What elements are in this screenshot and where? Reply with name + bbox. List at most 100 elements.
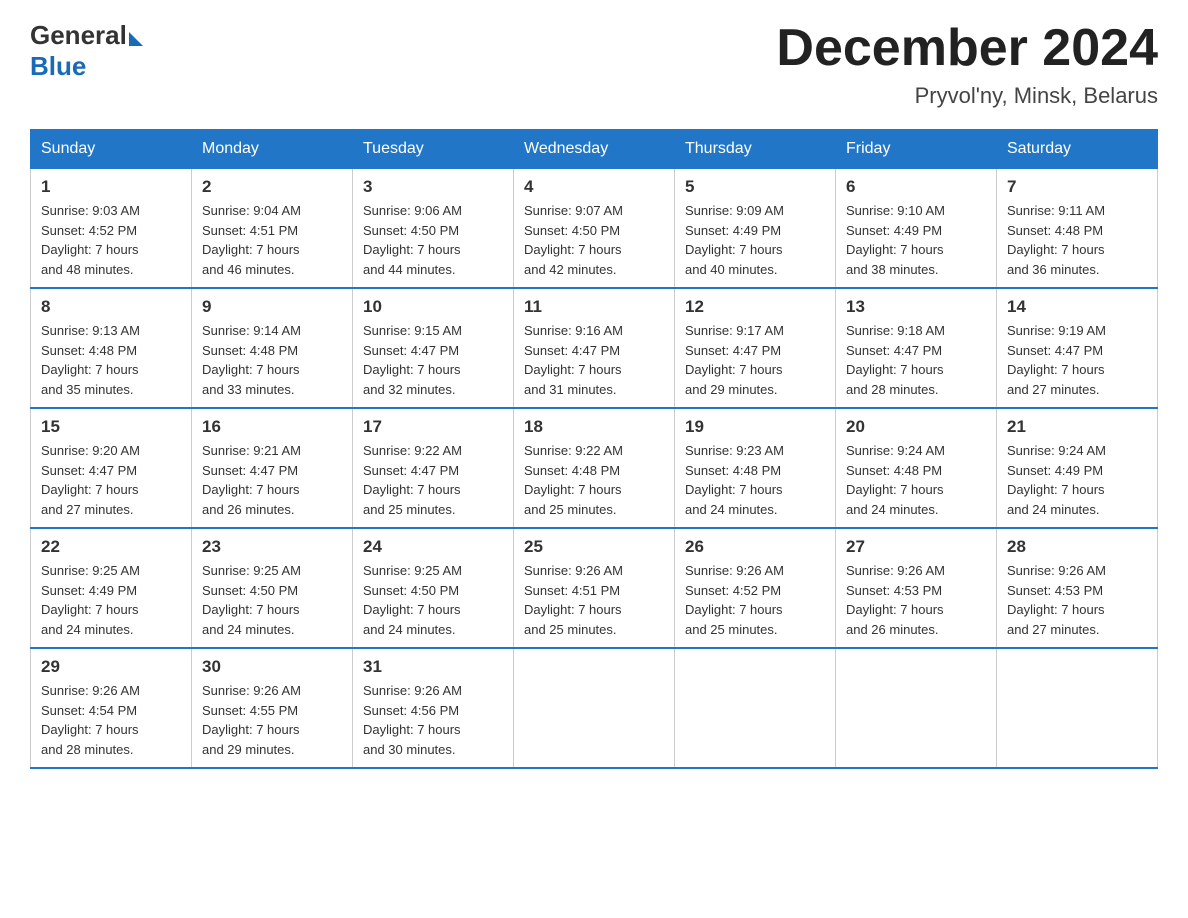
table-row <box>997 648 1158 768</box>
day-info: Sunrise: 9:24 AM Sunset: 4:49 PM Dayligh… <box>1007 441 1147 519</box>
table-row: 7 Sunrise: 9:11 AM Sunset: 4:48 PM Dayli… <box>997 169 1158 289</box>
table-row: 20 Sunrise: 9:24 AM Sunset: 4:48 PM Dayl… <box>836 408 997 528</box>
calendar-week-2: 8 Sunrise: 9:13 AM Sunset: 4:48 PM Dayli… <box>31 288 1158 408</box>
table-row: 29 Sunrise: 9:26 AM Sunset: 4:54 PM Dayl… <box>31 648 192 768</box>
day-number: 14 <box>1007 297 1147 317</box>
day-number: 12 <box>685 297 825 317</box>
day-info: Sunrise: 9:15 AM Sunset: 4:47 PM Dayligh… <box>363 321 503 399</box>
day-info: Sunrise: 9:19 AM Sunset: 4:47 PM Dayligh… <box>1007 321 1147 399</box>
day-number: 1 <box>41 177 181 197</box>
day-number: 8 <box>41 297 181 317</box>
day-info: Sunrise: 9:26 AM Sunset: 4:53 PM Dayligh… <box>1007 561 1147 639</box>
day-info: Sunrise: 9:25 AM Sunset: 4:50 PM Dayligh… <box>202 561 342 639</box>
table-row: 5 Sunrise: 9:09 AM Sunset: 4:49 PM Dayli… <box>675 169 836 289</box>
day-info: Sunrise: 9:25 AM Sunset: 4:50 PM Dayligh… <box>363 561 503 639</box>
day-info: Sunrise: 9:26 AM Sunset: 4:51 PM Dayligh… <box>524 561 664 639</box>
header-monday: Monday <box>192 130 353 169</box>
calendar-week-4: 22 Sunrise: 9:25 AM Sunset: 4:49 PM Dayl… <box>31 528 1158 648</box>
table-row: 19 Sunrise: 9:23 AM Sunset: 4:48 PM Dayl… <box>675 408 836 528</box>
logo-triangle-icon <box>129 32 143 46</box>
header-tuesday: Tuesday <box>353 130 514 169</box>
table-row <box>836 648 997 768</box>
table-row: 15 Sunrise: 9:20 AM Sunset: 4:47 PM Dayl… <box>31 408 192 528</box>
day-number: 2 <box>202 177 342 197</box>
day-number: 10 <box>363 297 503 317</box>
table-row: 10 Sunrise: 9:15 AM Sunset: 4:47 PM Dayl… <box>353 288 514 408</box>
header-thursday: Thursday <box>675 130 836 169</box>
day-info: Sunrise: 9:03 AM Sunset: 4:52 PM Dayligh… <box>41 201 181 279</box>
table-row <box>675 648 836 768</box>
calendar-week-5: 29 Sunrise: 9:26 AM Sunset: 4:54 PM Dayl… <box>31 648 1158 768</box>
header-sunday: Sunday <box>31 130 192 169</box>
table-row: 18 Sunrise: 9:22 AM Sunset: 4:48 PM Dayl… <box>514 408 675 528</box>
table-row: 28 Sunrise: 9:26 AM Sunset: 4:53 PM Dayl… <box>997 528 1158 648</box>
day-number: 3 <box>363 177 503 197</box>
day-number: 29 <box>41 657 181 677</box>
day-info: Sunrise: 9:22 AM Sunset: 4:47 PM Dayligh… <box>363 441 503 519</box>
table-row: 21 Sunrise: 9:24 AM Sunset: 4:49 PM Dayl… <box>997 408 1158 528</box>
day-info: Sunrise: 9:13 AM Sunset: 4:48 PM Dayligh… <box>41 321 181 399</box>
title-section: December 2024 Pryvol'ny, Minsk, Belarus <box>776 20 1158 109</box>
day-info: Sunrise: 9:26 AM Sunset: 4:54 PM Dayligh… <box>41 681 181 759</box>
day-number: 6 <box>846 177 986 197</box>
calendar-table: Sunday Monday Tuesday Wednesday Thursday… <box>30 129 1158 769</box>
table-row: 22 Sunrise: 9:25 AM Sunset: 4:49 PM Dayl… <box>31 528 192 648</box>
day-info: Sunrise: 9:04 AM Sunset: 4:51 PM Dayligh… <box>202 201 342 279</box>
table-row: 17 Sunrise: 9:22 AM Sunset: 4:47 PM Dayl… <box>353 408 514 528</box>
table-row: 25 Sunrise: 9:26 AM Sunset: 4:51 PM Dayl… <box>514 528 675 648</box>
day-info: Sunrise: 9:16 AM Sunset: 4:47 PM Dayligh… <box>524 321 664 399</box>
calendar-week-1: 1 Sunrise: 9:03 AM Sunset: 4:52 PM Dayli… <box>31 169 1158 289</box>
day-info: Sunrise: 9:25 AM Sunset: 4:49 PM Dayligh… <box>41 561 181 639</box>
table-row: 4 Sunrise: 9:07 AM Sunset: 4:50 PM Dayli… <box>514 169 675 289</box>
header-wednesday: Wednesday <box>514 130 675 169</box>
table-row: 2 Sunrise: 9:04 AM Sunset: 4:51 PM Dayli… <box>192 169 353 289</box>
table-row: 3 Sunrise: 9:06 AM Sunset: 4:50 PM Dayli… <box>353 169 514 289</box>
day-number: 30 <box>202 657 342 677</box>
day-number: 21 <box>1007 417 1147 437</box>
day-number: 18 <box>524 417 664 437</box>
day-info: Sunrise: 9:26 AM Sunset: 4:52 PM Dayligh… <box>685 561 825 639</box>
day-info: Sunrise: 9:23 AM Sunset: 4:48 PM Dayligh… <box>685 441 825 519</box>
table-row: 27 Sunrise: 9:26 AM Sunset: 4:53 PM Dayl… <box>836 528 997 648</box>
table-row: 1 Sunrise: 9:03 AM Sunset: 4:52 PM Dayli… <box>31 169 192 289</box>
day-number: 19 <box>685 417 825 437</box>
table-row: 12 Sunrise: 9:17 AM Sunset: 4:47 PM Dayl… <box>675 288 836 408</box>
day-number: 16 <box>202 417 342 437</box>
day-info: Sunrise: 9:11 AM Sunset: 4:48 PM Dayligh… <box>1007 201 1147 279</box>
day-number: 7 <box>1007 177 1147 197</box>
day-info: Sunrise: 9:14 AM Sunset: 4:48 PM Dayligh… <box>202 321 342 399</box>
day-number: 5 <box>685 177 825 197</box>
table-row: 6 Sunrise: 9:10 AM Sunset: 4:49 PM Dayli… <box>836 169 997 289</box>
day-info: Sunrise: 9:20 AM Sunset: 4:47 PM Dayligh… <box>41 441 181 519</box>
month-title: December 2024 <box>776 20 1158 77</box>
table-row: 16 Sunrise: 9:21 AM Sunset: 4:47 PM Dayl… <box>192 408 353 528</box>
table-row: 31 Sunrise: 9:26 AM Sunset: 4:56 PM Dayl… <box>353 648 514 768</box>
day-number: 17 <box>363 417 503 437</box>
calendar-week-3: 15 Sunrise: 9:20 AM Sunset: 4:47 PM Dayl… <box>31 408 1158 528</box>
header-saturday: Saturday <box>997 130 1158 169</box>
day-number: 20 <box>846 417 986 437</box>
day-info: Sunrise: 9:24 AM Sunset: 4:48 PM Dayligh… <box>846 441 986 519</box>
day-info: Sunrise: 9:18 AM Sunset: 4:47 PM Dayligh… <box>846 321 986 399</box>
location-subtitle: Pryvol'ny, Minsk, Belarus <box>776 83 1158 109</box>
logo-blue: Blue <box>30 51 86 82</box>
day-number: 31 <box>363 657 503 677</box>
day-info: Sunrise: 9:17 AM Sunset: 4:47 PM Dayligh… <box>685 321 825 399</box>
day-info: Sunrise: 9:26 AM Sunset: 4:53 PM Dayligh… <box>846 561 986 639</box>
day-number: 9 <box>202 297 342 317</box>
day-info: Sunrise: 9:26 AM Sunset: 4:55 PM Dayligh… <box>202 681 342 759</box>
day-number: 11 <box>524 297 664 317</box>
table-row: 26 Sunrise: 9:26 AM Sunset: 4:52 PM Dayl… <box>675 528 836 648</box>
logo-general: General <box>30 20 127 51</box>
day-number: 15 <box>41 417 181 437</box>
header-friday: Friday <box>836 130 997 169</box>
day-info: Sunrise: 9:21 AM Sunset: 4:47 PM Dayligh… <box>202 441 342 519</box>
table-row: 13 Sunrise: 9:18 AM Sunset: 4:47 PM Dayl… <box>836 288 997 408</box>
day-info: Sunrise: 9:10 AM Sunset: 4:49 PM Dayligh… <box>846 201 986 279</box>
day-number: 24 <box>363 537 503 557</box>
day-number: 22 <box>41 537 181 557</box>
day-number: 26 <box>685 537 825 557</box>
day-number: 13 <box>846 297 986 317</box>
table-row: 8 Sunrise: 9:13 AM Sunset: 4:48 PM Dayli… <box>31 288 192 408</box>
day-number: 23 <box>202 537 342 557</box>
